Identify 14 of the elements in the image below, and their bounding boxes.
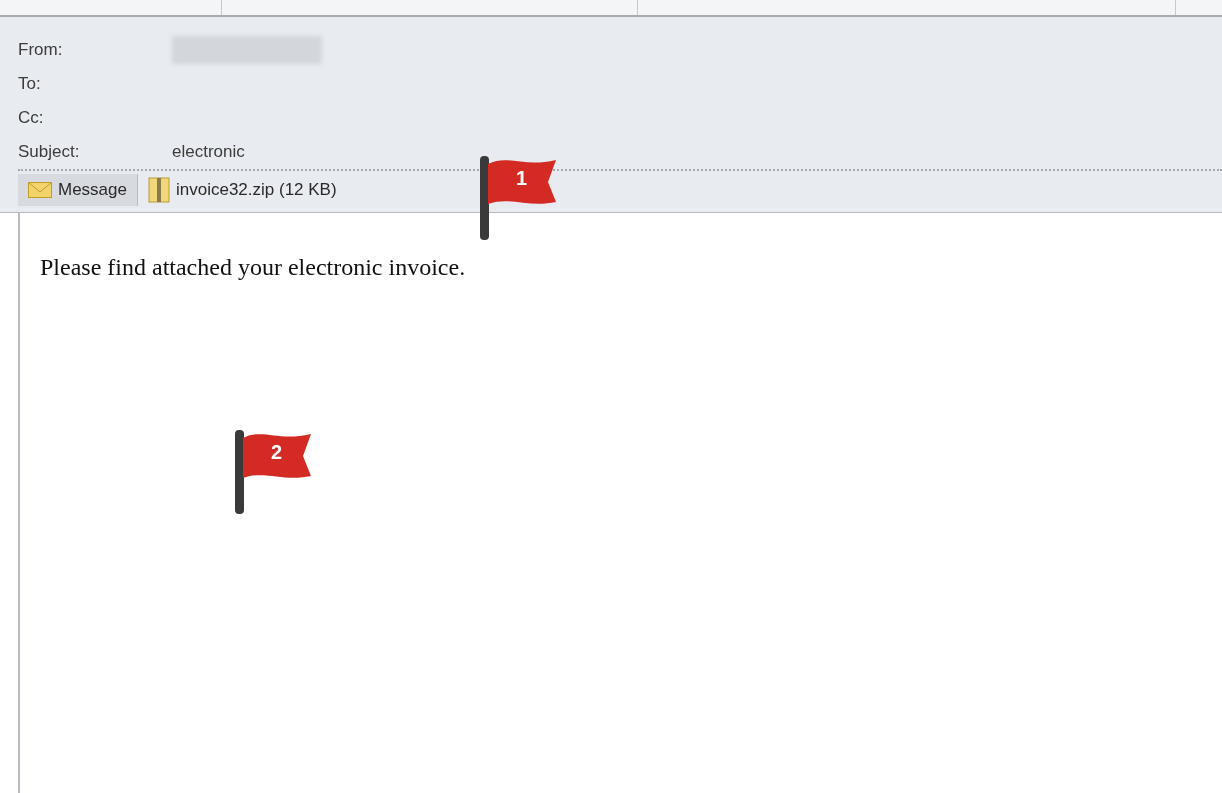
envelope-icon xyxy=(28,182,52,198)
marker-number: 1 xyxy=(516,168,528,188)
message-tab[interactable]: Message xyxy=(18,174,138,206)
zip-folder-icon xyxy=(148,177,170,203)
flag-icon xyxy=(233,428,313,516)
field-label: Subject: xyxy=(18,141,81,164)
field-label: Cc: xyxy=(18,107,45,130)
flag-icon xyxy=(478,154,558,242)
field-label: To: xyxy=(18,73,42,96)
body-text: Please find attached your electronic invoice. xyxy=(40,253,467,282)
field-label: From: xyxy=(18,39,64,62)
attachment-tab[interactable]: invoice32.zip (12 KB) xyxy=(138,174,347,206)
marker-number: 2 xyxy=(271,442,283,462)
field-value: electronic xyxy=(172,141,245,164)
